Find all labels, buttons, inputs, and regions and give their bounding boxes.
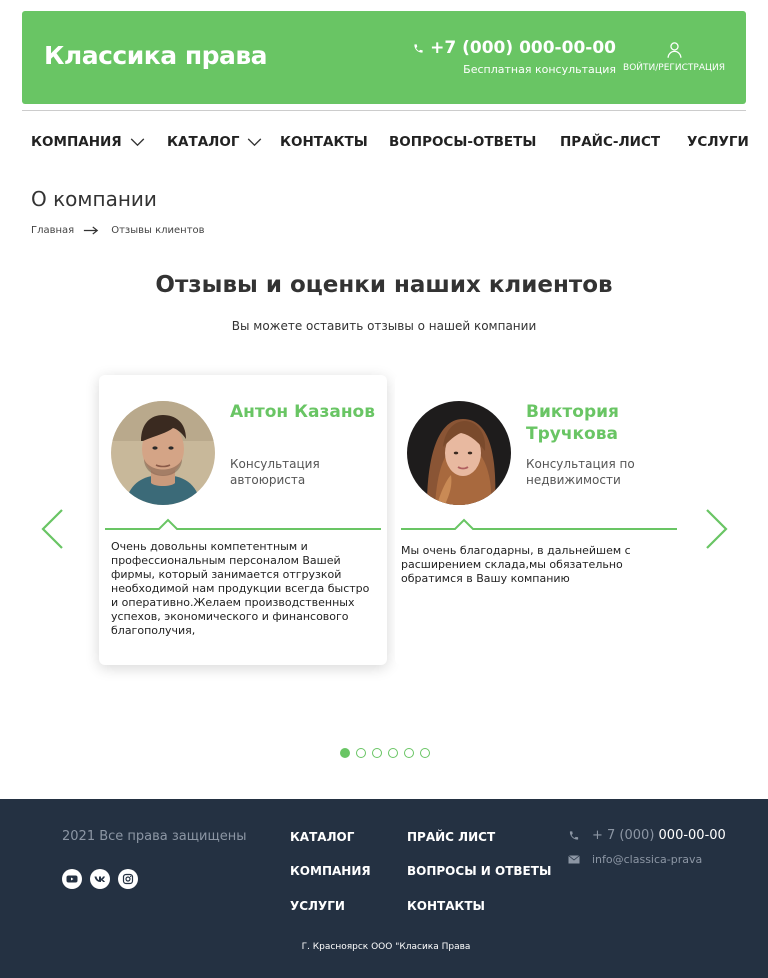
nav-item-company[interactable]: КОМПАНИЯ <box>31 134 145 150</box>
site-footer: 2021 Все права защищены КАТАЛОГ КОМПАНИЯ… <box>0 799 768 978</box>
copyright: 2021 Все права защищены <box>62 829 247 844</box>
pagination-dot[interactable] <box>340 748 350 758</box>
instagram-icon[interactable] <box>118 869 138 889</box>
breadcrumb-home[interactable]: Главная <box>31 225 74 236</box>
reviews-subtitle: Вы можете оставить отзывы о нашей компан… <box>231 319 537 333</box>
breadcrumb-current: Отзывы клиентов <box>111 225 205 236</box>
site-header: Классика права +7 (000) 000-00-00 Беспла… <box>22 11 746 104</box>
avatar <box>111 401 215 505</box>
chevron-down-icon <box>248 137 262 146</box>
nav-item-label: ВОПРОСЫ-ОТВЕТЫ <box>389 134 537 150</box>
footer-link-company[interactable]: КОМПАНИЯ <box>290 864 371 878</box>
nav-item-label: КОМПАНИЯ <box>31 134 122 150</box>
mail-icon <box>568 855 580 864</box>
main-nav: КОМПАНИЯ КАТАЛОГ КОНТАКТЫ ВОПРОСЫ-ОТВЕТЫ… <box>31 134 749 154</box>
footer-phone[interactable]: + 7 (000) 000-00-00 <box>568 828 726 843</box>
header-phone[interactable]: +7 (000) 000-00-00 <box>402 38 616 58</box>
footer-link-contacts[interactable]: КОНТАКТЫ <box>407 899 485 913</box>
card-divider <box>105 518 381 530</box>
youtube-icon[interactable] <box>62 869 82 889</box>
nav-item-faq[interactable]: ВОПРОСЫ-ОТВЕТЫ <box>389 134 536 150</box>
slider-prev-arrow[interactable] <box>40 508 64 550</box>
review-text: Мы очень благодарны, в дальнейшем с расш… <box>401 544 631 585</box>
login-register-label: ВОЙТИ/РЕГИСТРАЦИЯ <box>623 63 725 73</box>
header-phone-subtitle: Бесплатная консультация <box>463 63 616 76</box>
reviewer-service: Консультация по недвижимости <box>526 457 635 487</box>
slider-next-arrow[interactable] <box>705 508 729 550</box>
nav-item-contacts[interactable]: КОНТАКТЫ <box>280 134 368 150</box>
login-register-link[interactable]: ВОЙТИ/РЕГИСТРАЦИЯ <box>618 41 730 73</box>
phone-icon <box>414 43 423 53</box>
card-divider <box>401 518 677 530</box>
reviewer-name: Виктория Тручкова <box>526 402 619 444</box>
footer-link-price-list[interactable]: ПРАЙС ЛИСТ <box>407 830 495 844</box>
nav-item-services[interactable]: УСЛУГИ <box>687 134 749 150</box>
nav-item-label: КОНТАКТЫ <box>280 134 368 150</box>
reviews-title: Отзывы и оценки наших клиентов <box>155 272 613 298</box>
brand-logo[interactable]: Классика права <box>44 41 268 70</box>
page-title: О компании <box>31 187 157 211</box>
footer-address: Г. Красноярск ООО "Класика Права <box>301 942 471 952</box>
nav-item-catalog[interactable]: КАТАЛОГ <box>167 134 262 150</box>
nav-item-label: УСЛУГИ <box>687 134 749 150</box>
vk-icon[interactable] <box>90 869 110 889</box>
review-card: Виктория Тручкова Консультация по недвиж… <box>395 375 683 665</box>
header-phone-number: +7 (000) 000-00-00 <box>430 38 616 58</box>
review-text: Очень довольны компетентным и профессион… <box>111 540 370 637</box>
footer-link-services[interactable]: УСЛУГИ <box>290 899 345 913</box>
pagination-dot[interactable] <box>388 748 398 758</box>
footer-link-faq[interactable]: ВОПРОСЫ И ОТВЕТЫ <box>407 864 551 878</box>
review-card: Антон Казанов Консультация автоюриста Оч… <box>99 375 387 665</box>
pagination-dot[interactable] <box>372 748 382 758</box>
footer-email-text: info@classica-prava <box>592 853 703 866</box>
breadcrumb: Главная Отзывы клиентов <box>31 225 205 236</box>
pagination-dot[interactable] <box>420 748 430 758</box>
pagination-dot[interactable] <box>404 748 414 758</box>
nav-item-label: ПРАЙС-ЛИСТ <box>560 134 661 150</box>
footer-link-catalog[interactable]: КАТАЛОГ <box>290 830 354 844</box>
reviewer-service: Консультация автоюриста <box>230 457 320 487</box>
social-links <box>62 869 138 889</box>
pagination-dot[interactable] <box>356 748 366 758</box>
phone-icon <box>569 831 579 840</box>
user-icon <box>666 42 682 58</box>
reviewer-name: Антон Казанов <box>230 402 375 422</box>
nav-item-price-list[interactable]: ПРАЙС-ЛИСТ <box>560 134 660 150</box>
footer-phone-prefix: + 7 (000) <box>592 828 655 843</box>
header-phone-block: +7 (000) 000-00-00 Бесплатная консультац… <box>402 38 616 76</box>
footer-phone-number: 000-00-00 <box>658 828 726 843</box>
chevron-down-icon <box>130 137 144 146</box>
footer-email[interactable]: info@classica-prava <box>568 853 702 866</box>
header-divider <box>22 110 746 111</box>
avatar <box>407 401 511 505</box>
arrow-right-icon <box>84 226 99 235</box>
nav-item-label: КАТАЛОГ <box>167 134 240 150</box>
slider-pagination <box>340 748 430 758</box>
